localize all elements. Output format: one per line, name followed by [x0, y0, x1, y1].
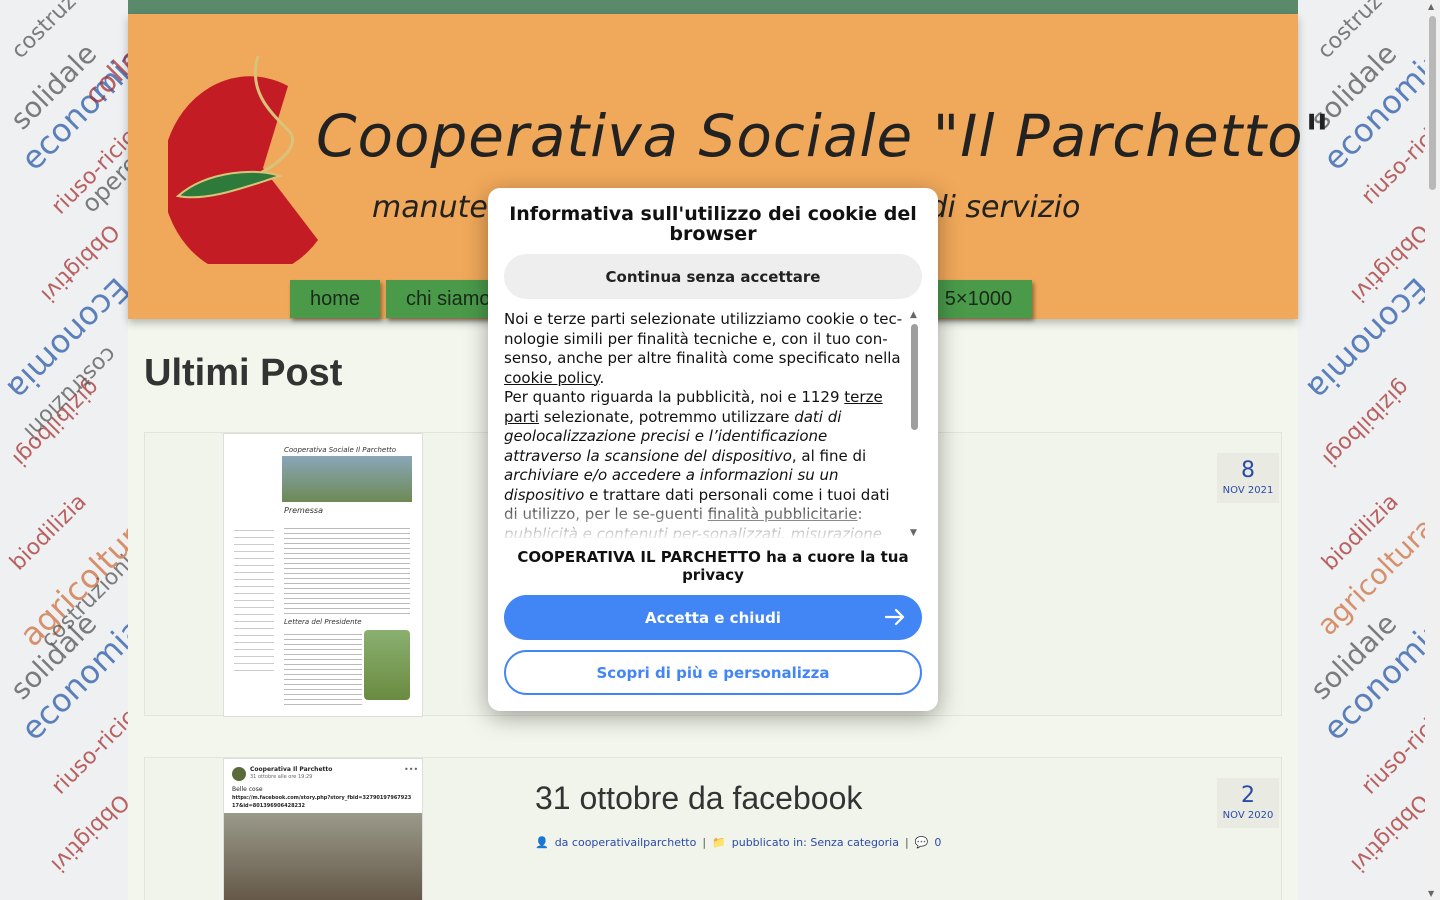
cookie-text: Per quanto riguarda la pubblicità, noi e…	[504, 388, 845, 406]
scroll-down-icon[interactable]: ▼	[910, 528, 917, 538]
cookie-text: selezionate, potremmo utilizzare	[538, 407, 795, 426]
scroll-up-icon[interactable]: ▲	[910, 310, 917, 320]
arrow-right-icon	[884, 608, 905, 626]
accept-button-label: Accetta e chiudi	[645, 608, 781, 627]
cookie-dialog-title: Informativa sull'utilizzo dei cookie del…	[509, 203, 917, 245]
continue-without-accepting-button[interactable]: Continua senza accettare	[504, 254, 922, 299]
dialog-scrollbar-thumb[interactable]	[911, 324, 918, 430]
ad-purposes-link[interactable]: finalità pubblicitarie	[708, 505, 858, 523]
cookie-policy-link[interactable]: cookie policy	[504, 369, 599, 387]
privacy-note: COOPERATIVA IL PARCHETTO ha a cuore la t…	[517, 548, 909, 584]
cookie-text: , al fine di	[791, 446, 867, 465]
accept-and-close-button[interactable]: Accetta e chiudi	[504, 595, 922, 640]
dialog-scrollbar[interactable]: ▲ ▼	[910, 310, 920, 538]
cookie-text: :	[857, 505, 863, 523]
cookie-text: pubblicità e contenuti per-sonalizzati, …	[504, 524, 883, 539]
learn-more-customize-button[interactable]: Scopri di più e personalizza	[504, 650, 922, 695]
cookie-dialog-body[interactable]: Noi e terze parti selezionate utilizziam…	[504, 310, 906, 538]
cookie-text: Noi e terze parti selezionate utilizziam…	[504, 310, 903, 367]
cookie-consent-dialog: Informativa sull'utilizzo dei cookie del…	[488, 188, 938, 711]
cookie-overlay: Informativa sull'utilizzo dei cookie del…	[0, 0, 1440, 900]
cookie-text: .	[599, 368, 605, 387]
